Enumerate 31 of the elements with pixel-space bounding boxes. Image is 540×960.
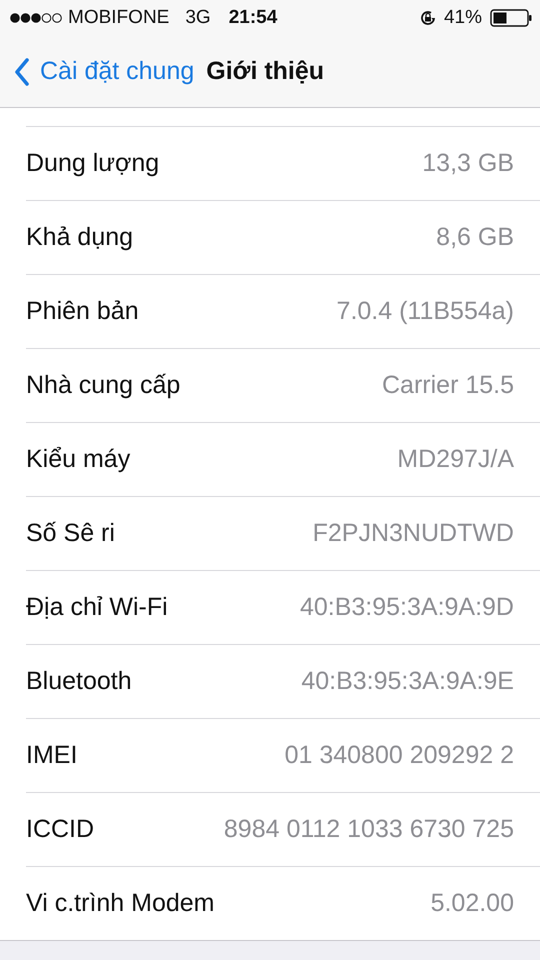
carrier-name: MOBIFONE bbox=[68, 7, 170, 29]
row-label: Bluetooth bbox=[26, 667, 132, 696]
row-label: Kiểu máy bbox=[26, 445, 130, 474]
row-value: F2PJN3NUDTWD bbox=[312, 519, 514, 548]
row-label: IMEI bbox=[26, 741, 78, 770]
battery-icon bbox=[490, 9, 532, 27]
signal-icon bbox=[10, 12, 62, 24]
back-button[interactable]: Cài đặt chung bbox=[14, 57, 194, 86]
row-value: 01 340800 209292 2 bbox=[284, 741, 514, 770]
network-type: 3G bbox=[185, 7, 211, 29]
row-value: Carrier 15.5 bbox=[382, 371, 514, 400]
row-value: 40:B3:95:3A:9A:9E bbox=[301, 667, 514, 696]
row-label: Phiên bản bbox=[26, 297, 139, 326]
row-value: 7.0.4 (11B554a) bbox=[336, 297, 514, 326]
row-value: 13,3 GB bbox=[422, 149, 514, 178]
row-label: Địa chỉ Wi-Fi bbox=[26, 593, 168, 622]
row-value: MD297J/A bbox=[397, 445, 514, 474]
row-value: 40:B3:95:3A:9A:9D bbox=[300, 593, 514, 622]
row-label: Nhà cung cấp bbox=[26, 371, 180, 400]
chevron-left-icon bbox=[14, 58, 30, 86]
row-value: 8984 0112 1033 6730 725 bbox=[224, 815, 514, 844]
clock-time: 21:54 bbox=[228, 7, 278, 29]
row-label: Vi c.trình Modem bbox=[26, 889, 215, 918]
row-label: Khả dụng bbox=[26, 223, 134, 252]
row-value: 5.02.00 bbox=[430, 889, 514, 918]
row-label: ICCID bbox=[26, 815, 94, 844]
battery-percentage: 41% bbox=[444, 7, 482, 29]
row-value: 8,6 GB bbox=[436, 223, 514, 252]
row-label: Số Sê ri bbox=[26, 519, 115, 548]
page-title: Giới thiệu bbox=[206, 57, 324, 86]
row-label: Dung lượng bbox=[26, 149, 160, 178]
